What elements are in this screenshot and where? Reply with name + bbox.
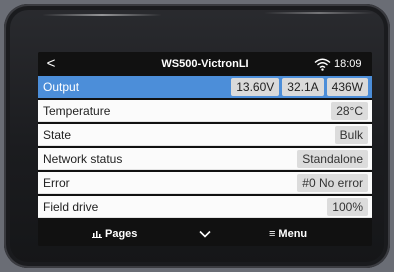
pages-label: Pages [105,228,138,240]
page-title: WS500-VictronLI [161,58,249,70]
row-values: Standalone [294,150,368,168]
value-pill: #0 No error [297,174,368,192]
list-item-output[interactable]: Output 13.60V 32.1A 436W [38,76,372,98]
pages-button[interactable]: Pages [92,222,137,246]
bottom-bar: Pages ≡ Menu [38,222,372,246]
value-pill: 13.60V [231,78,280,96]
row-label: Error [43,176,70,190]
row-label: State [43,128,72,142]
value-pill: Standalone [297,150,368,168]
row-values: #0 No error [294,174,368,192]
top-bar: < WS500-VictronLI 18:09 [38,52,372,76]
row-label: Output [43,80,80,94]
value-pill: 436W [326,78,368,96]
back-button[interactable]: < [42,54,60,74]
row-values: 100% [324,198,368,216]
screen: < WS500-VictronLI 18:09 Output 13.60V 32.… [38,52,372,246]
value-pill: 32.1A [282,78,324,96]
row-label: Temperature [43,104,111,118]
bar-chart-icon [92,231,102,238]
clock: 18:09 [334,58,362,70]
list-item-temperature[interactable]: Temperature 28°C [38,100,372,122]
list-item-network-status[interactable]: Network status Standalone [38,148,372,170]
menu-button[interactable]: ≡ Menu [269,222,307,246]
row-label: Network status [43,152,123,166]
bezel-highlight [264,12,374,14]
list-item-error[interactable]: Error #0 No error [38,172,372,194]
chevron-down-icon[interactable] [198,228,212,240]
row-values: Bulk [332,126,368,144]
menu-label: Menu [278,228,308,240]
row-values: 13.60V 32.1A 436W [228,78,368,96]
row-values: 28°C [328,102,368,120]
value-pill: 28°C [331,102,368,120]
list-item-field-drive[interactable]: Field drive 100% [38,196,372,218]
value-pill: Bulk [334,126,368,144]
value-pill: 100% [327,198,368,216]
list-item-state[interactable]: State Bulk [38,124,372,146]
row-label: Field drive [43,200,99,214]
device-bezel: < WS500-VictronLI 18:09 Output 13.60V 32.… [4,4,390,268]
hamburger-icon: ≡ [269,228,276,240]
wifi-icon [314,58,331,71]
bezel-highlight [42,14,162,16]
